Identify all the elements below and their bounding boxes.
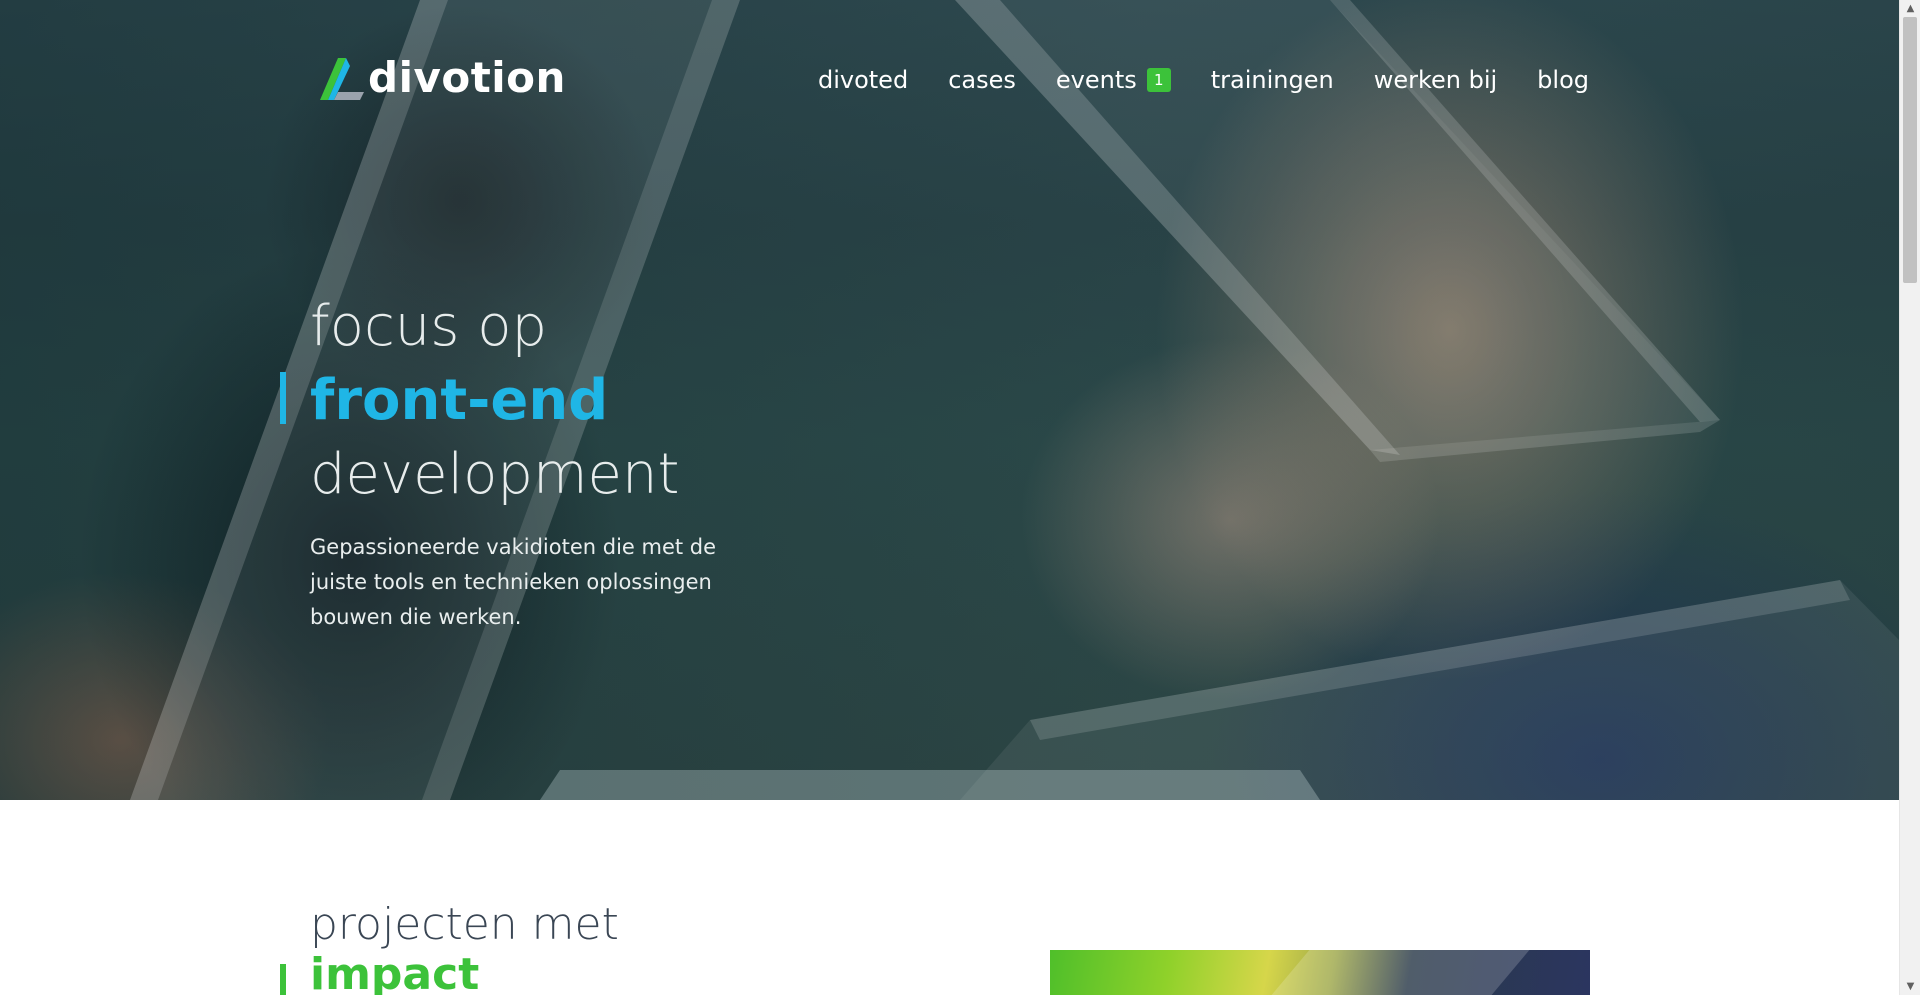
brand-name: divotion [368,53,566,102]
nav-item-werken-bij[interactable]: werken bij [1374,60,1497,100]
nav-item-trainingen[interactable]: trainingen [1211,60,1334,100]
events-count-badge: 1 [1146,68,1171,92]
projects-accent-bar [280,964,286,995]
projects-heading: projecten met impact [280,899,619,995]
vertical-scrollbar[interactable]: ▲ ▼ [1899,0,1920,995]
hero-section: divotion divoted cases events 1 traininge… [0,0,1899,800]
project-card-light-streak [1242,950,1538,995]
nav-item-events[interactable]: events 1 [1056,60,1171,100]
triangle-up-icon[interactable]: ▲ [1900,0,1920,17]
nav-item-cases[interactable]: cases [948,60,1016,100]
hero-heading-line-1: focus op [310,294,548,359]
main-navigation: divoted cases events 1 trainingen werken … [818,60,1589,100]
hero-heading: focus op front-end development [280,290,680,512]
page-viewport: divotion divoted cases events 1 traininge… [0,0,1899,995]
projects-heading-line-1: projecten met [310,899,619,950]
divotion-logo[interactable]: divotion [316,52,566,104]
nav-item-label: cases [948,66,1016,94]
nav-item-label: divoted [817,66,909,94]
hero-accent-bar [280,372,286,424]
nav-item-label: events [1055,66,1137,94]
triangle-down-icon[interactable]: ▼ [1900,978,1920,995]
hero-heading-line-3: development [310,442,680,507]
nav-item-label: blog [1537,66,1589,94]
nav-item-divoted[interactable]: divoted [818,60,908,100]
nav-item-label: werken bij [1373,66,1498,94]
hero-subtitle: Gepassioneerde vakidioten die met de jui… [310,535,717,629]
nav-item-label: trainingen [1210,66,1334,94]
nav-item-blog[interactable]: blog [1537,60,1589,100]
projects-heading-line-2: impact [310,949,480,995]
hero-heading-line-2: front-end [310,368,609,433]
scrollbar-thumb[interactable] [1903,17,1917,283]
divotion-triangle-logo-icon [320,58,364,100]
project-card-image[interactable] [1050,950,1590,995]
